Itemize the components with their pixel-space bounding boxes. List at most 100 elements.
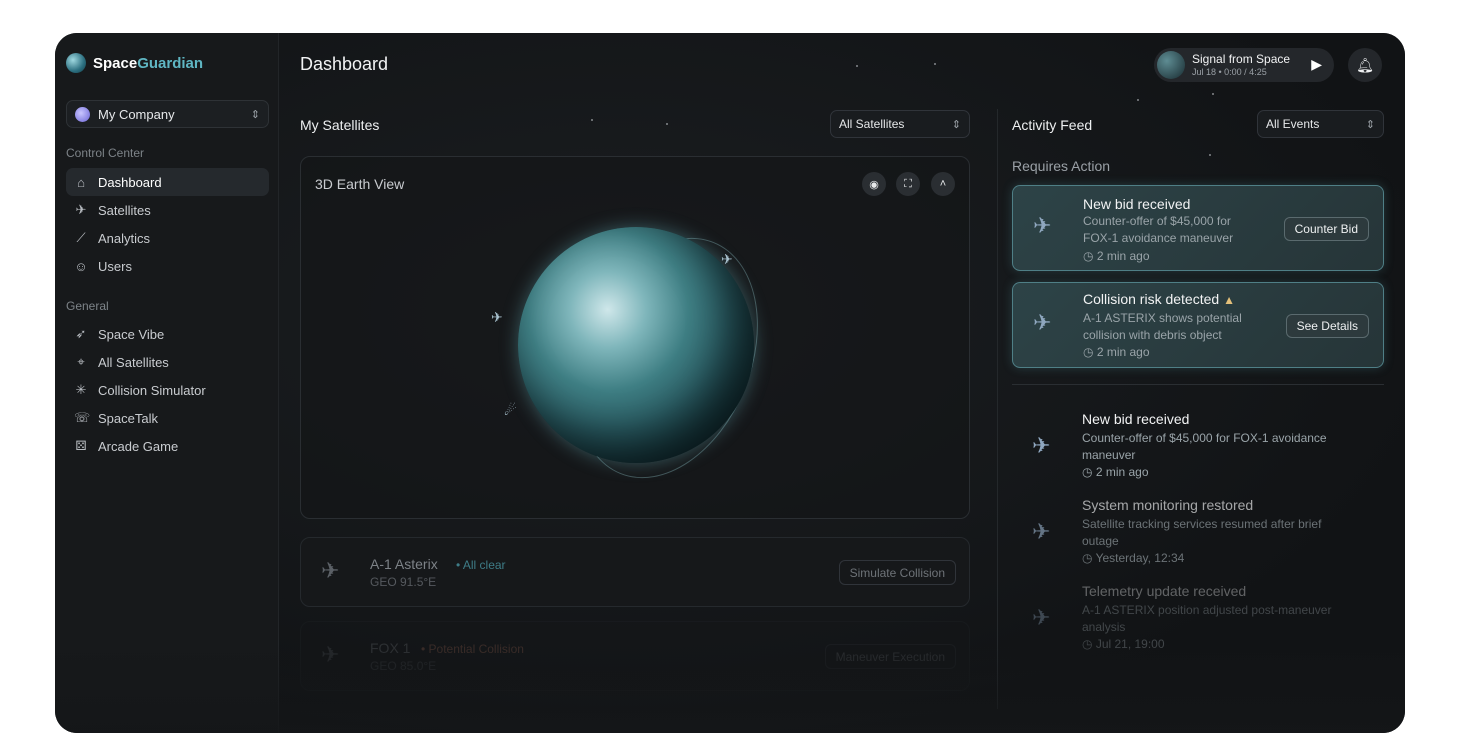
sidebar-item-label: Users (98, 258, 132, 274)
sidebar-item-collision-simulator[interactable]: ✳ Collision Simulator (66, 376, 269, 404)
satellite-marker[interactable]: ✈ (491, 309, 503, 326)
globe-logo-icon (66, 53, 86, 73)
debris-marker[interactable]: ☄ (504, 402, 517, 419)
earth-globe[interactable] (518, 227, 754, 463)
home-icon: ⌂ (77, 174, 85, 190)
simulate-collision-button[interactable]: Simulate Collision (838, 560, 956, 585)
satellite-name: FOX 1 (370, 640, 411, 656)
company-switcher[interactable]: My Company ⇕ (66, 100, 269, 128)
sidebar-item-label: Space Vibe (98, 326, 165, 342)
brand-logo[interactable]: SpaceGuardian (66, 53, 203, 73)
sidebar-item-users[interactable]: ☺ Users (66, 252, 269, 280)
sidebar-item-space-vibe[interactable]: ➶ Space Vibe (66, 320, 269, 348)
event-filter-value: All Events (1266, 117, 1320, 131)
sidebar-item-label: Arcade Game (98, 438, 179, 454)
sidebar-item-label: All Satellites (98, 354, 169, 370)
action-event-card[interactable]: ✈ Collision risk detected ▲ A-1 ASTERIX s… (1012, 282, 1384, 368)
action-event-card[interactable]: ✈ New bid received Counter-offer of $45,… (1012, 185, 1384, 271)
counter-bid-button[interactable]: Counter Bid (1283, 217, 1369, 241)
event-title: New bid received (1083, 196, 1191, 212)
company-name: My Company (98, 106, 175, 122)
satellite-status: • Potential Collision (421, 642, 524, 656)
event-item[interactable]: ✈ Telemetry update received A-1 ASTERIX … (1012, 575, 1384, 655)
sidebar-item-arcade-game[interactable]: ⚄ Arcade Game (66, 432, 269, 460)
event-time: 2 min ago (1096, 345, 1150, 359)
clock-icon: ◷ (1082, 551, 1096, 565)
section-label-general: General (66, 299, 109, 313)
track-title: Signal from Space (1192, 52, 1291, 66)
earth-view-label: 3D Earth View (315, 176, 405, 192)
event-description: A-1 ASTERIX position adjusted post-maneu… (1082, 603, 1332, 617)
brand-name-part2: Guardian (137, 54, 204, 72)
event-description: collision with debris object (1083, 328, 1222, 342)
rocket-icon: ➶ (75, 326, 87, 341)
sidebar-item-label: Dashboard (98, 174, 162, 190)
my-satellites-heading: My Satellites (300, 117, 380, 133)
audio-player[interactable]: Signal from Space Jul 18 • 0:00 / 4:25 ▶ (1154, 48, 1334, 82)
satellite-icon: ✈ (1032, 433, 1051, 458)
section-label-control-center: Control Center (66, 146, 145, 160)
event-time: 2 min ago (1096, 249, 1150, 263)
chevron-updown-icon: ⇕ (250, 108, 260, 121)
satellite-filter-select[interactable]: All Satellites ⇕ (830, 110, 970, 138)
brand-name-part1: Space (93, 54, 138, 72)
event-title: System monitoring restored (1082, 497, 1254, 513)
sidebar-item-dashboard[interactable]: ⌂ Dashboard (66, 168, 269, 196)
column-divider (997, 109, 998, 709)
play-icon[interactable]: ▶ (1311, 56, 1322, 73)
satellite-icon: ✈ (1033, 213, 1052, 238)
event-filter-select[interactable]: All Events ⇕ (1257, 110, 1384, 138)
satellite-marker[interactable]: ✈ (721, 251, 733, 268)
satellite-name: A-1 Asterix (370, 556, 438, 572)
sidebar-item-satellites[interactable]: ✈ Satellites (66, 196, 269, 224)
sidebar: SpaceGuardian My Company ⇕ Control Cente… (55, 33, 279, 733)
app-window: SpaceGuardian My Company ⇕ Control Cente… (55, 33, 1405, 733)
sidebar-item-all-satellites[interactable]: ⌖ All Satellites (66, 348, 269, 376)
earth-view-card: 3D Earth View ◉ ⛶ ˄ ✈ ✈ ☄ (300, 156, 970, 519)
event-description: Counter-offer of $45,000 for FOX-1 avoid… (1082, 431, 1327, 445)
fullscreen-icon[interactable]: ⛶ (896, 172, 920, 196)
page-title: Dashboard (300, 54, 389, 74)
event-item[interactable]: ✈ New bid received Counter-offer of $45,… (1012, 403, 1384, 483)
satellite-icon: ✈ (75, 202, 87, 217)
clock-icon: ◷ (1082, 637, 1096, 651)
event-item[interactable]: ✈ System monitoring restored Satellite t… (1012, 489, 1384, 569)
event-time: 2 min ago (1095, 465, 1149, 479)
chevron-up-icon[interactable]: ˄ (931, 172, 955, 196)
event-title: New bid received (1082, 411, 1190, 427)
satellite-dish-icon: ⌖ (77, 354, 85, 369)
satellite-icon: ✈ (1032, 519, 1051, 544)
event-time: Yesterday, 12:34 (1095, 551, 1185, 565)
satellite-card[interactable]: ✈ FOX 1 • Potential Collision GEO 85.0°E… (300, 621, 970, 691)
chart-icon: ⟋ (76, 230, 86, 245)
event-title: Collision risk detected (1083, 291, 1220, 307)
sidebar-item-analytics[interactable]: ⟋ Analytics (66, 224, 269, 252)
clock-icon: ◷ (1083, 249, 1097, 263)
chevron-updown-icon: ⇕ (951, 118, 961, 131)
event-description: Counter-offer of $45,000 for (1083, 214, 1231, 228)
sidebar-item-spacetalk[interactable]: ☏ SpaceTalk (66, 404, 269, 432)
notifications-bell-icon[interactable]: 🔔︎ (1348, 48, 1382, 82)
chevron-updown-icon: ⇕ (1365, 118, 1375, 131)
sidebar-item-label: Collision Simulator (98, 382, 206, 398)
event-time: Jul 21, 19:00 (1095, 637, 1165, 651)
sparkle-icon: ✳ (75, 382, 87, 397)
satellite-icon: ✈ (321, 558, 340, 583)
sidebar-item-label: Analytics (98, 230, 151, 246)
see-details-button[interactable]: See Details (1285, 314, 1369, 338)
event-description: A-1 ASTERIX shows potential (1083, 311, 1242, 325)
company-avatar (75, 106, 90, 122)
sidebar-item-label: Satellites (98, 202, 151, 218)
satellite-icon: ✈ (1033, 310, 1052, 335)
satellite-card[interactable]: ✈ A-1 Asterix • All clear GEO 91.5°E Sim… (300, 537, 970, 607)
gamepad-icon: ⚄ (75, 438, 87, 453)
satellite-status: • All clear (456, 558, 506, 572)
satellite-icon: ✈ (1032, 605, 1051, 630)
warning-icon: ▲ (1223, 293, 1236, 307)
eye-icon[interactable]: ◉ (862, 172, 886, 196)
maneuver-execution-button[interactable]: Maneuver Execution (824, 644, 956, 669)
main-content: Dashboard Signal from Space Jul 18 • 0:0… (279, 33, 1405, 733)
feed-divider (1012, 384, 1384, 385)
track-thumbnail (1157, 51, 1185, 79)
clock-icon: ◷ (1082, 465, 1096, 479)
